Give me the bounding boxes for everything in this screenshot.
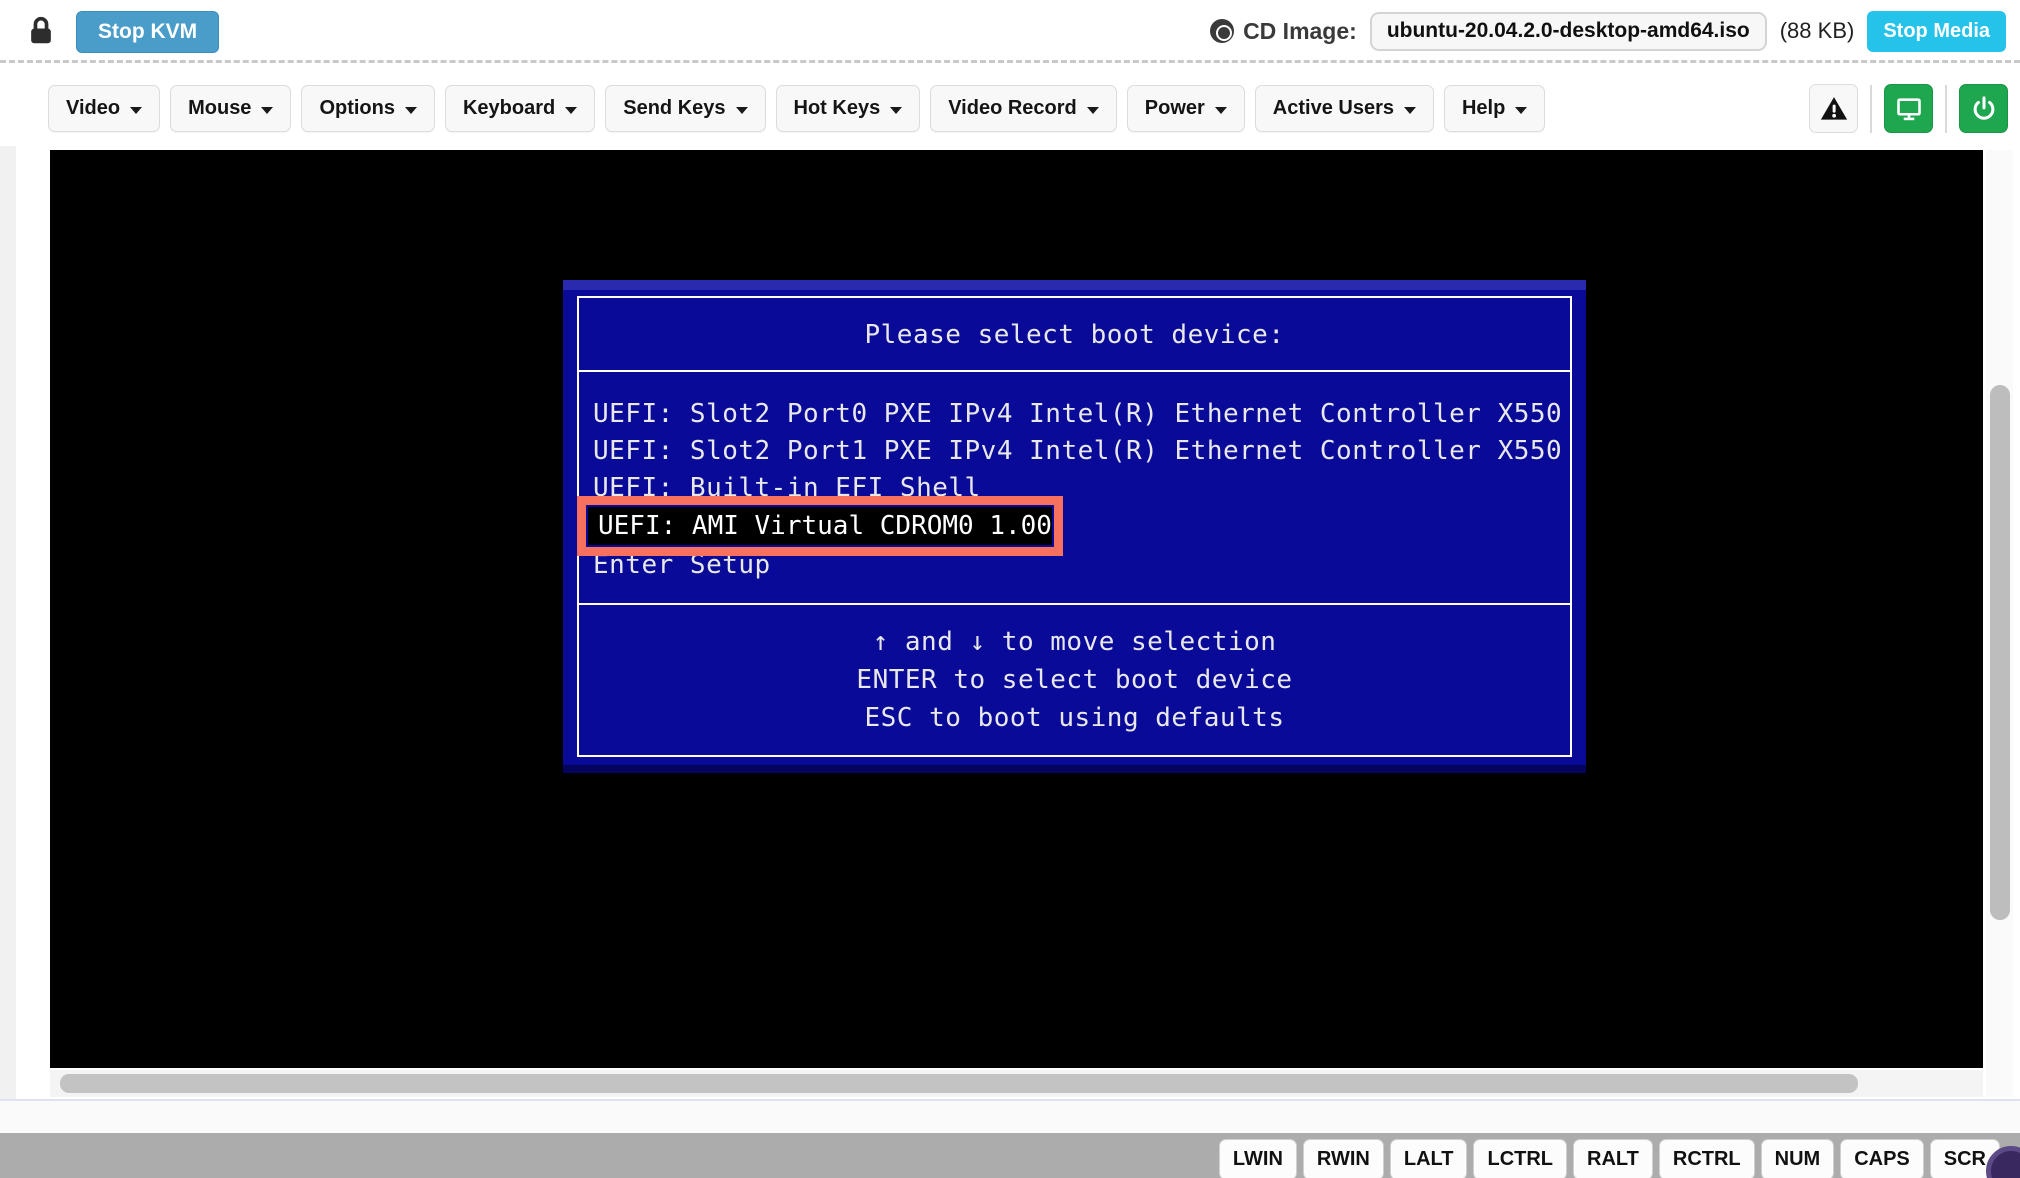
menu-options[interactable]: Options xyxy=(301,85,435,132)
kvm-remote-screen[interactable]: Please select boot device: UEFI: Slot2 P… xyxy=(50,150,1983,1068)
power-button[interactable] xyxy=(1959,84,2008,133)
key-lalt[interactable]: LALT xyxy=(1390,1139,1468,1178)
top-bar: Stop KVM CD Image: ubuntu-20.04.2.0-desk… xyxy=(0,0,2020,62)
bios-help-line-1: ENTER to select boot device xyxy=(563,661,1586,699)
menu-video[interactable]: Video xyxy=(48,85,160,132)
chevron-down-icon xyxy=(1404,107,1416,114)
warning-triangle-icon xyxy=(1819,94,1849,124)
chevron-down-icon xyxy=(890,107,902,114)
menu-mouse[interactable]: Mouse xyxy=(170,85,291,132)
key-caps[interactable]: CAPS xyxy=(1840,1139,1924,1178)
monitor-button[interactable] xyxy=(1884,84,1933,133)
bios-separator-bottom xyxy=(579,603,1570,605)
cd-image-label: CD Image: xyxy=(1243,18,1357,45)
menu-hot-keys[interactable]: Hot Keys xyxy=(776,85,921,132)
modifier-key-buttons: LWIN RWIN LALT LCTRL RALT RCTRL NUM CAPS… xyxy=(1219,1139,2000,1178)
chevron-down-icon xyxy=(565,107,577,114)
menu-mouse-label: Mouse xyxy=(188,97,251,120)
key-lctrl[interactable]: LCTRL xyxy=(1473,1139,1567,1178)
menu-video-label: Video xyxy=(66,97,120,120)
menu-power[interactable]: Power xyxy=(1127,85,1245,132)
chevron-down-icon xyxy=(1515,107,1527,114)
menu-help[interactable]: Help xyxy=(1444,85,1545,132)
vertical-divider xyxy=(1870,85,1872,133)
status-buttons xyxy=(1809,84,2008,133)
keyboard-status-bar: LWIN RWIN LALT LCTRL RALT RCTRL NUM CAPS… xyxy=(0,1133,2020,1178)
boot-option-0: UEFI: Slot2 Port0 PXE IPv4 Intel(R) Ethe… xyxy=(593,396,1564,433)
menu-video-record-label: Video Record xyxy=(948,97,1077,120)
menu-send-keys-label: Send Keys xyxy=(623,97,725,120)
cd-image-label-group: CD Image: xyxy=(1210,18,1357,45)
boot-option-3-selected: UEFI: AMI Virtual CDROM0 1.00 xyxy=(588,507,1052,545)
chevron-down-icon xyxy=(736,107,748,114)
warning-button[interactable] xyxy=(1809,84,1858,133)
bios-boot-menu-dialog: Please select boot device: UEFI: Slot2 P… xyxy=(563,280,1586,773)
key-num[interactable]: NUM xyxy=(1761,1139,1835,1178)
footer-spacer xyxy=(0,1101,2020,1133)
boot-option-1: UEFI: Slot2 Port1 PXE IPv4 Intel(R) Ethe… xyxy=(593,433,1564,470)
menu-active-users[interactable]: Active Users xyxy=(1255,85,1434,132)
power-icon xyxy=(1970,95,1998,123)
menu-power-label: Power xyxy=(1145,97,1205,120)
chevron-down-icon xyxy=(1087,107,1099,114)
chevron-down-icon xyxy=(130,107,142,114)
iso-filename-box: ubuntu-20.04.2.0-desktop-amd64.iso xyxy=(1370,12,1767,51)
bios-dialog-title: Please select boot device: xyxy=(563,320,1586,350)
iso-size-label: (88 KB) xyxy=(1780,18,1855,44)
key-ralt[interactable]: RALT xyxy=(1573,1139,1653,1178)
chevron-down-icon xyxy=(261,107,273,114)
stop-media-button[interactable]: Stop Media xyxy=(1867,11,2006,52)
menu-hot-keys-label: Hot Keys xyxy=(794,97,881,120)
stop-kvm-button[interactable]: Stop KVM xyxy=(76,11,219,53)
menu-items: Video Mouse Options Keyboard Send Keys H… xyxy=(48,85,1545,132)
key-rwin[interactable]: RWIN xyxy=(1303,1139,1384,1178)
key-lwin[interactable]: LWIN xyxy=(1219,1139,1297,1178)
bios-help-text: ↑ and ↓ to move selection ENTER to selec… xyxy=(563,623,1586,737)
key-rctrl[interactable]: RCTRL xyxy=(1659,1139,1755,1178)
bios-separator-top xyxy=(579,370,1570,372)
menu-keyboard[interactable]: Keyboard xyxy=(445,85,595,132)
vertical-scrollbar-thumb[interactable] xyxy=(1990,385,2010,920)
chevron-down-icon xyxy=(405,107,417,114)
menu-bar: Video Mouse Options Keyboard Send Keys H… xyxy=(0,63,2020,150)
vertical-divider xyxy=(1945,85,1947,133)
bios-help-line-2: ESC to boot using defaults xyxy=(563,699,1586,737)
menu-help-label: Help xyxy=(1462,97,1505,120)
monitor-icon xyxy=(1895,95,1923,123)
left-edge-strip xyxy=(0,146,16,1104)
lock-icon xyxy=(26,15,56,47)
menu-send-keys[interactable]: Send Keys xyxy=(605,85,765,132)
horizontal-scrollbar-thumb[interactable] xyxy=(60,1074,1858,1093)
chevron-down-icon xyxy=(1215,107,1227,114)
cd-media-controls: CD Image: ubuntu-20.04.2.0-desktop-amd64… xyxy=(1210,0,2006,62)
menu-keyboard-label: Keyboard xyxy=(463,97,555,120)
menu-video-record[interactable]: Video Record xyxy=(930,85,1117,132)
menu-active-users-label: Active Users xyxy=(1273,97,1394,120)
bios-help-line-0: ↑ and ↓ to move selection xyxy=(563,623,1586,661)
menu-options-label: Options xyxy=(319,97,395,120)
disc-icon xyxy=(1210,19,1234,43)
highlight-annotation-box: UEFI: AMI Virtual CDROM0 1.00 xyxy=(577,496,1063,556)
